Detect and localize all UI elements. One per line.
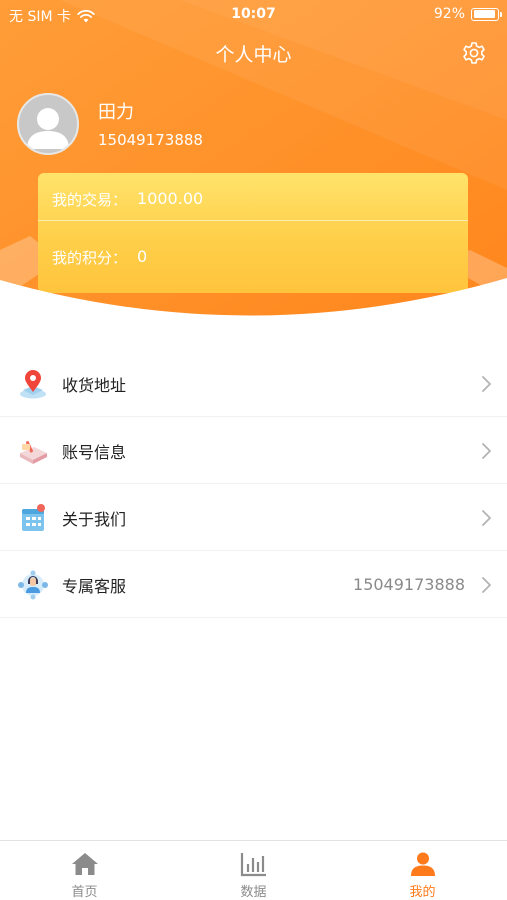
tab-bar: 首页 数据 我的 bbox=[0, 840, 507, 900]
tab-data[interactable]: 数据 bbox=[169, 841, 338, 900]
menu-label: 关于我们 bbox=[62, 510, 127, 529]
menu-label: 收货地址 bbox=[62, 376, 127, 395]
location-pin-icon bbox=[20, 370, 46, 399]
header-curve bbox=[0, 278, 507, 330]
menu-item-account-info[interactable]: 账号信息 bbox=[0, 417, 507, 484]
tab-mine[interactable]: 我的 bbox=[338, 841, 507, 900]
chevron-right-icon bbox=[482, 577, 491, 593]
person-icon bbox=[411, 852, 435, 876]
customer-service-icon bbox=[18, 570, 48, 600]
tab-label: 数据 bbox=[240, 885, 267, 900]
profile-header: 无 SIM 卡 10:07 92% 个人中心 田力 15049173888 我的… bbox=[0, 0, 507, 330]
tab-label: 首页 bbox=[71, 885, 98, 900]
tab-label: 我的 bbox=[409, 885, 436, 900]
menu-label: 专属客服 bbox=[62, 577, 127, 596]
service-phone: 15049173888 bbox=[353, 575, 465, 594]
bar-chart-icon bbox=[240, 853, 266, 877]
building-icon bbox=[22, 504, 45, 531]
account-book-icon bbox=[20, 441, 47, 464]
menu-label: 账号信息 bbox=[62, 443, 127, 462]
chevron-right-icon bbox=[482, 443, 491, 459]
menu-item-customer-service[interactable]: 专属客服 15049173888 bbox=[0, 551, 507, 618]
menu-item-about-us[interactable]: 关于我们 bbox=[0, 484, 507, 551]
tab-home[interactable]: 首页 bbox=[0, 841, 169, 900]
home-icon bbox=[72, 853, 98, 875]
chevron-right-icon bbox=[482, 510, 491, 526]
chevron-right-icon bbox=[482, 376, 491, 392]
menu-item-shipping-address[interactable]: 收货地址 bbox=[0, 350, 507, 417]
menu-list: 收货地址 账号信息 关于我们 专属客服 15049173888 bbox=[0, 350, 507, 618]
